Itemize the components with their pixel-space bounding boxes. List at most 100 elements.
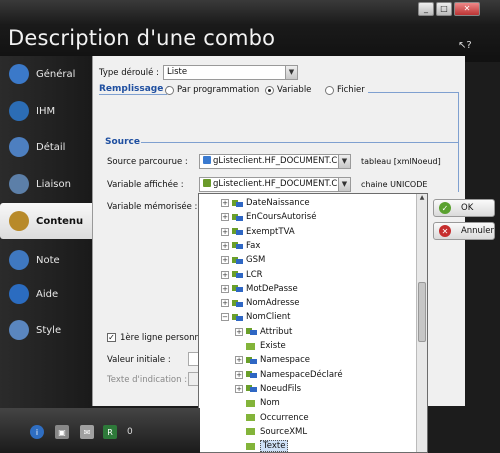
sidebar-item-label: Général bbox=[36, 68, 76, 80]
expand-icon[interactable]: + bbox=[221, 241, 229, 250]
tree-item[interactable]: Nom bbox=[235, 396, 280, 410]
sidebar-item-contenu[interactable]: Contenu bbox=[0, 203, 92, 239]
source-title: Source bbox=[105, 137, 140, 147]
sidebar-item-aide[interactable]: Aide bbox=[0, 276, 92, 312]
collapse-icon[interactable]: − bbox=[221, 313, 229, 322]
document-icon bbox=[9, 174, 29, 194]
expand-icon[interactable]: + bbox=[221, 284, 229, 293]
tree-item-label: SourceXML bbox=[260, 426, 308, 437]
tree-item-label: NomClient bbox=[246, 312, 291, 323]
radio-dot-selected bbox=[265, 85, 274, 95]
close-icon[interactable]: ✕ bbox=[454, 2, 480, 16]
tree-item[interactable]: + NamespaceDéclaré bbox=[235, 368, 343, 382]
sidebar-item-label: Détail bbox=[36, 141, 66, 153]
tree-item-label: Fax bbox=[246, 240, 261, 251]
tree-item[interactable]: + Attribut bbox=[235, 325, 292, 339]
sidebar-item-style[interactable]: Style bbox=[0, 312, 92, 348]
tree-scrollbar[interactable]: ▲ bbox=[416, 194, 427, 452]
eye-icon bbox=[9, 101, 29, 121]
annuler-button[interactable]: ✕ Annuler bbox=[433, 222, 495, 240]
context-help-icon[interactable]: ↖? bbox=[458, 40, 472, 51]
info-icon[interactable]: i bbox=[30, 425, 44, 439]
window-title: Description d'une combo bbox=[8, 26, 276, 50]
tree-item-label: EnCoursAutorisé bbox=[246, 212, 317, 223]
xml-node-icon bbox=[232, 270, 243, 279]
sidebar-item-label: Note bbox=[36, 254, 60, 266]
variable-memorisee-label: Variable mémorisée : bbox=[107, 202, 198, 212]
radio-dot bbox=[165, 85, 174, 95]
xml-node-icon bbox=[246, 370, 257, 379]
gears-icon bbox=[9, 320, 29, 340]
tree-item[interactable]: + Namespace bbox=[235, 353, 310, 367]
scroll-up-icon[interactable]: ▲ bbox=[417, 194, 427, 205]
scroll-thumb[interactable] bbox=[418, 282, 426, 342]
radio-fichier[interactable]: Fichier bbox=[325, 85, 365, 95]
tree-item[interactable]: + ExemptTVA bbox=[221, 225, 295, 239]
taskbar: i ▣ ✉ R 0 bbox=[0, 408, 200, 453]
premiere-ligne-label: 1ère ligne personna bbox=[120, 333, 206, 343]
sidebar-item-label: Aide bbox=[36, 288, 59, 300]
ok-label: OK bbox=[461, 203, 474, 213]
expand-icon[interactable]: + bbox=[235, 356, 243, 365]
remplissage-frame bbox=[458, 92, 459, 192]
ok-button[interactable]: ✓ OK bbox=[433, 199, 495, 217]
sidebar-item-détail[interactable]: Détail bbox=[0, 129, 92, 165]
tree-item[interactable]: + NomAdresse bbox=[221, 296, 300, 310]
image-icon[interactable]: ▣ bbox=[55, 425, 69, 439]
radio-par-programmation[interactable]: Par programmation bbox=[165, 85, 259, 95]
property-icon bbox=[246, 342, 257, 351]
tree-item-label: Namespace bbox=[260, 355, 311, 366]
variable-affichee-combo[interactable]: gListeclient.HF_DOCUMENT.CL ▼ bbox=[199, 177, 351, 192]
expand-icon[interactable]: + bbox=[235, 327, 243, 336]
type-combo[interactable]: Liste ▼ bbox=[163, 65, 298, 80]
tree-item[interactable]: Texte bbox=[235, 439, 289, 452]
sidebar: Général IHM Détail Liaison Contenu Note Aide St… bbox=[0, 56, 92, 408]
xml-node-icon bbox=[246, 384, 257, 393]
expand-icon[interactable]: + bbox=[221, 299, 229, 308]
expand-icon[interactable]: + bbox=[221, 199, 229, 207]
source-parcourue-combo[interactable]: gListeclient.HF_DOCUMENT.CL ▼ bbox=[199, 154, 351, 169]
minimize-icon[interactable]: _ bbox=[418, 2, 434, 16]
variable-affichee-label: Variable affichée : bbox=[107, 180, 184, 190]
xml-node-icon bbox=[246, 327, 257, 336]
tree-item[interactable]: + NoeudFils bbox=[235, 382, 301, 396]
mail-icon[interactable]: ✉ bbox=[80, 425, 94, 439]
tree-item[interactable]: + EnCoursAutorisé bbox=[221, 210, 316, 224]
tree-item[interactable]: + LCR bbox=[221, 268, 263, 282]
radio-variable[interactable]: Variable bbox=[265, 85, 311, 95]
expand-icon[interactable]: + bbox=[221, 256, 229, 265]
xml-node-icon bbox=[232, 313, 243, 322]
expand-icon[interactable]: + bbox=[235, 370, 243, 379]
tree-item[interactable]: + DateNaissance bbox=[221, 196, 310, 210]
sidebar-item-note[interactable]: Note bbox=[0, 242, 92, 278]
maximize-icon[interactable]: □ bbox=[436, 2, 452, 16]
r-icon[interactable]: R bbox=[103, 425, 117, 439]
variable-tree-dropdown[interactable]: ▲ + DateNaissance + EnCoursAutorisé + ExemptT… bbox=[198, 193, 428, 453]
taskbar-count: 0 bbox=[127, 427, 133, 437]
tree-item[interactable]: SourceXML bbox=[235, 425, 307, 439]
expand-icon[interactable]: + bbox=[221, 227, 229, 236]
sidebar-item-général[interactable]: Général bbox=[0, 56, 92, 92]
tree-item[interactable]: Existe bbox=[235, 339, 286, 353]
tree-item-label: Nom bbox=[260, 398, 280, 409]
tree-item[interactable]: + Fax bbox=[221, 239, 260, 253]
sidebar-item-ihm[interactable]: IHM bbox=[0, 93, 92, 129]
sidebar-item-liaison[interactable]: Liaison bbox=[0, 166, 92, 202]
tree-item[interactable]: + MotDePasse bbox=[221, 282, 298, 296]
variable-icon bbox=[203, 179, 211, 187]
radio-label: Fichier bbox=[337, 85, 365, 95]
property-icon bbox=[246, 399, 257, 408]
tree-item-label: LCR bbox=[246, 269, 263, 280]
tree-item-label: Existe bbox=[260, 341, 286, 351]
premiere-ligne-checkbox[interactable]: ✓ bbox=[107, 333, 116, 342]
tree-item[interactable]: − NomClient bbox=[221, 310, 290, 324]
remplissage-label: Remplissage : bbox=[99, 84, 171, 94]
expand-icon[interactable]: + bbox=[221, 213, 229, 222]
help-circle-icon bbox=[9, 284, 29, 304]
expand-icon[interactable]: + bbox=[235, 384, 243, 393]
expand-icon[interactable]: + bbox=[221, 270, 229, 279]
tree-item-label: Texte bbox=[260, 440, 289, 452]
source-parcourue-value: gListeclient.HF_DOCUMENT.CL bbox=[213, 156, 343, 166]
tree-item[interactable]: Occurrence bbox=[235, 411, 309, 425]
tree-item[interactable]: + GSM bbox=[221, 253, 265, 267]
